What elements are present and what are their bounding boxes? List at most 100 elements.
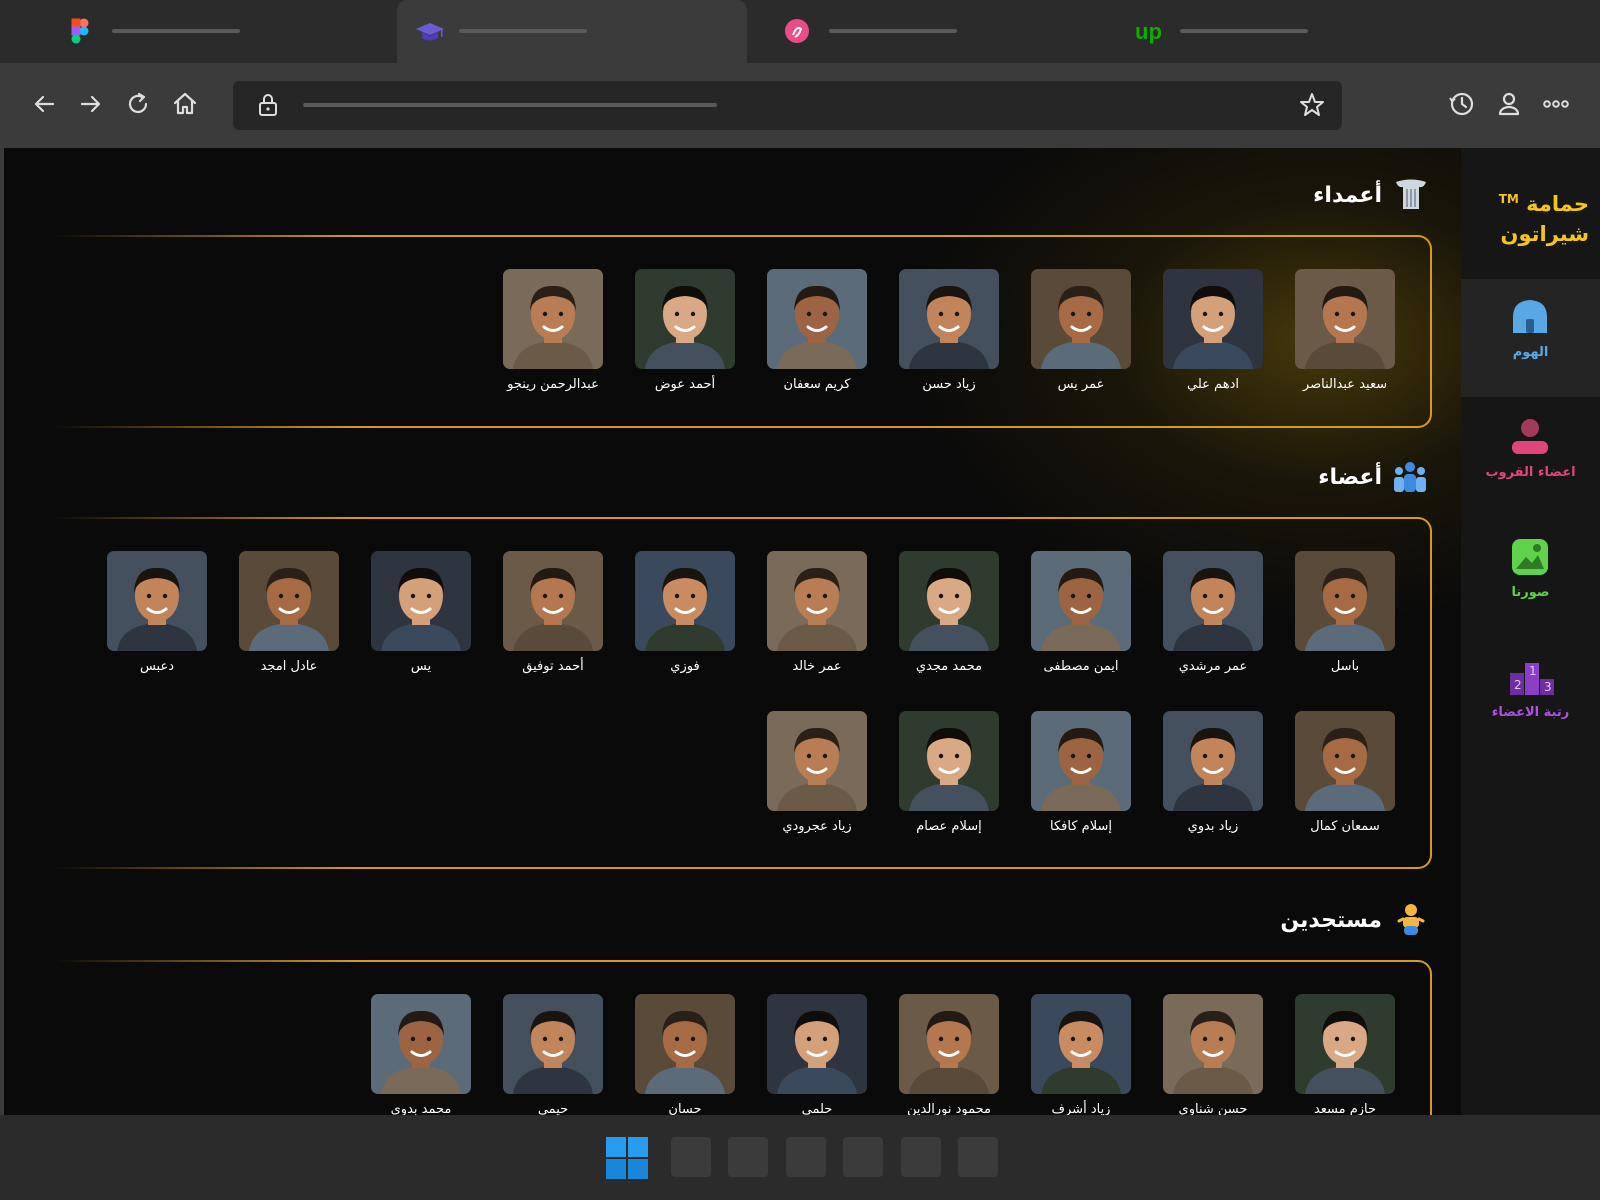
member-photo	[1295, 994, 1395, 1094]
member-card[interactable]: إسلام كافكا	[1021, 711, 1141, 841]
member-name: عبدالرحمن رينجو	[507, 377, 599, 392]
member-photo	[1163, 551, 1263, 651]
member-card[interactable]: حازم مسعد	[1285, 994, 1405, 1115]
member-card[interactable]: أحمد عوض	[625, 269, 745, 399]
graduation-cap-icon	[413, 17, 444, 45]
history-icon[interactable]	[1447, 89, 1477, 119]
member-photo	[635, 994, 735, 1094]
member-card[interactable]: حسن شناوي	[1153, 994, 1273, 1115]
tab-upwork[interactable]: up	[1118, 0, 1468, 63]
member-card[interactable]: حلمي	[757, 994, 877, 1115]
windows-start-icon[interactable]	[606, 1137, 648, 1179]
os-taskbar	[0, 1115, 1600, 1200]
member-card[interactable]: محمد مجدي	[889, 551, 1009, 681]
member-photo	[635, 269, 735, 369]
member-name: عمر مرشدي	[1178, 659, 1248, 674]
member-photo	[767, 551, 867, 651]
member-card[interactable]: ادهم علي	[1153, 269, 1273, 399]
tab-title-placeholder	[1180, 29, 1308, 33]
member-card[interactable]: حسان	[625, 994, 745, 1115]
member-photo	[503, 269, 603, 369]
taskbar-app-6[interactable]	[958, 1137, 998, 1177]
address-bar[interactable]	[233, 81, 1342, 130]
tab-title-placeholder	[112, 29, 240, 33]
sidebar-item-label: الهوم	[1512, 345, 1549, 360]
member-name: عمر خالد	[792, 659, 842, 674]
member-card[interactable]: محمود نورالدين	[889, 994, 1009, 1115]
member-card[interactable]: زياد عجرودي	[757, 711, 877, 841]
member-card[interactable]: حيمي	[493, 994, 613, 1115]
member-card[interactable]: سمعان كمال	[1285, 711, 1405, 841]
member-name: حسان	[668, 1102, 702, 1115]
member-card[interactable]: عبدالرحمن رينجو	[493, 269, 613, 399]
member-card[interactable]: زياد بدوي	[1153, 711, 1273, 841]
member-name: باسل	[1330, 659, 1360, 674]
member-card[interactable]: دعبس	[97, 551, 217, 681]
trademark-mark: TM	[1498, 192, 1519, 206]
star-icon[interactable]	[1298, 91, 1326, 119]
member-name: أحمد توفيق	[522, 659, 584, 674]
member-photo	[1295, 269, 1395, 369]
member-card[interactable]: فوزي	[625, 551, 745, 681]
member-card[interactable]: باسل	[1285, 551, 1405, 681]
user-icon	[1510, 417, 1550, 457]
taskbar-app-5[interactable]	[901, 1137, 941, 1177]
pillar-icon	[1394, 178, 1428, 212]
forward-arrow-icon[interactable]	[76, 89, 106, 119]
member-card[interactable]: عمر خالد	[757, 551, 877, 681]
member-photo	[1295, 711, 1395, 811]
member-card[interactable]: ايمن مصطفى	[1021, 551, 1141, 681]
member-card[interactable]: زياد أشرف	[1021, 994, 1141, 1115]
home-icon[interactable]	[170, 89, 200, 119]
member-card[interactable]: أحمد توفيق	[493, 551, 613, 681]
member-name: زياد أشرف	[1051, 1102, 1111, 1115]
member-card[interactable]: محمد بدوي	[361, 994, 481, 1115]
sidebar-item-home[interactable]: الهوم	[1461, 279, 1600, 397]
svg-text:2: 2	[1514, 678, 1522, 692]
sidebar: حمامة TM شيراتون الهوم اعضاء القروب صورن…	[1461, 148, 1600, 1115]
svg-text:1: 1	[1529, 664, 1537, 678]
member-photo	[1031, 551, 1131, 651]
member-card[interactable]: عادل امجد	[229, 551, 349, 681]
member-name: زياد عجرودي	[782, 819, 852, 834]
page-content: حمامة TM شيراتون الهوم اعضاء القروب صورن…	[0, 148, 1600, 1115]
member-card[interactable]: يس	[361, 551, 481, 681]
taskbar-app-2[interactable]	[728, 1137, 768, 1177]
sidebar-item-ranking[interactable]: 213 رتبة الاعضاء	[1461, 639, 1600, 757]
member-name: يس	[410, 659, 432, 674]
section-title-leaders: أعمداء	[1313, 178, 1428, 212]
taskbar-app-3[interactable]	[786, 1137, 826, 1177]
sidebar-item-members[interactable]: اعضاء القروب	[1461, 399, 1600, 517]
member-photo	[767, 711, 867, 811]
member-photo	[1295, 551, 1395, 651]
browser-toolbar	[0, 63, 1600, 148]
member-name: زياد بدوي	[1187, 819, 1239, 834]
sidebar-item-photos[interactable]: صورنا	[1461, 519, 1600, 637]
figma-icon	[66, 17, 94, 45]
taskbar-app-1[interactable]	[671, 1137, 711, 1177]
member-card[interactable]: سعيد عبدالناصر	[1285, 269, 1405, 399]
tab-figma[interactable]	[50, 0, 400, 63]
group-people-icon	[1394, 460, 1428, 494]
member-name: حلمي	[801, 1102, 833, 1115]
member-card[interactable]: إسلام عصام	[889, 711, 1009, 841]
brand-logo[interactable]: حمامة TM شيراتون	[1461, 184, 1589, 249]
reload-icon[interactable]	[123, 89, 153, 119]
page-edge	[0, 148, 4, 1115]
taskbar-app-4[interactable]	[843, 1137, 883, 1177]
member-card[interactable]: كريم سعفان	[757, 269, 877, 399]
member-name: ادهم علي	[1187, 377, 1239, 392]
member-photo	[899, 994, 999, 1094]
section-title-members: أعضاء	[1318, 460, 1428, 494]
sidebar-item-label: اعضاء القروب	[1485, 465, 1576, 480]
tab-pink[interactable]	[767, 0, 1117, 63]
tab-active-graduation[interactable]	[397, 0, 747, 63]
member-card[interactable]: عمر يس	[1021, 269, 1141, 399]
more-icon[interactable]	[1541, 89, 1571, 119]
member-photo	[371, 994, 471, 1094]
back-arrow-icon[interactable]	[29, 89, 59, 119]
photo-gallery-icon	[1510, 537, 1550, 577]
member-card[interactable]: عمر مرشدي	[1153, 551, 1273, 681]
profile-icon[interactable]	[1494, 89, 1524, 119]
member-card[interactable]: زياد حسن	[889, 269, 1009, 399]
